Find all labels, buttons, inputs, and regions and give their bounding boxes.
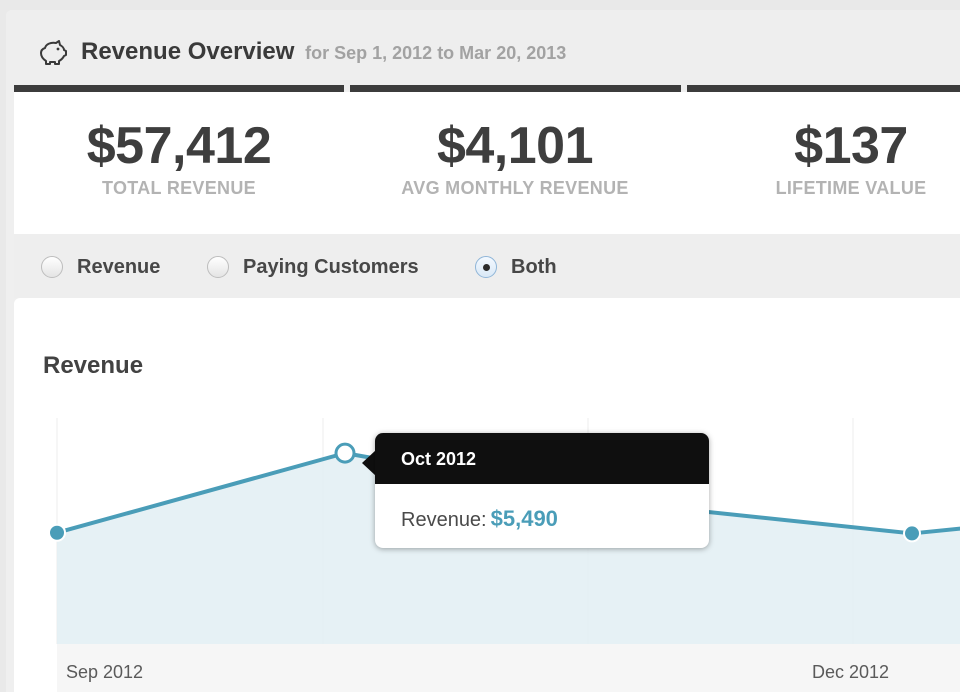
piggy-bank-icon — [40, 40, 67, 65]
panel-header: Revenue Overview for Sep 1, 2012 to Mar … — [6, 10, 960, 90]
stat-value: $57,412 — [86, 117, 272, 175]
tooltip-body: Revenue: $5,490 — [375, 484, 709, 532]
stat-label: AVG MONTHLY REVENUE — [401, 178, 629, 198]
radio-revenue[interactable]: Revenue — [41, 254, 160, 280]
radio-label: Revenue — [77, 255, 161, 278]
revenue-overview-panel: Revenue Overview for Sep 1, 2012 to Mar … — [6, 10, 960, 692]
data-point — [903, 524, 921, 543]
radio-label: Both — [511, 255, 557, 278]
radio-both[interactable]: Both — [475, 254, 557, 280]
stat-label: LIFETIME VALUE — [775, 178, 927, 198]
stats-row: $57,412 TOTAL REVENUE $4,101 AVG MONTHLY… — [14, 92, 960, 234]
stat-value: $4,101 — [436, 117, 594, 175]
stat-value: $137 — [794, 117, 908, 175]
radio-button[interactable] — [41, 256, 63, 278]
x-tick-label: Sep 2012 — [66, 662, 144, 682]
x-tick-label: Dec 2012 — [812, 662, 890, 682]
tooltip-title: Oct 2012 — [375, 433, 709, 484]
data-point — [48, 523, 66, 542]
radio-button[interactable] — [207, 256, 229, 278]
chart-tooltip: Oct 2012 Revenue: $5,490 — [375, 433, 709, 548]
stat-avg-monthly-revenue: $4,101 AVG MONTHLY REVENUE — [350, 92, 680, 199]
series-toggle-group: Revenue Paying Customers Both — [14, 234, 960, 298]
page-title-text: Revenue Overview — [81, 38, 295, 65]
data-point-highlighted — [334, 442, 356, 464]
stat-lifetime-value: $137 LIFETIME VALUE — [686, 92, 960, 199]
stat-bar-ltv — [687, 85, 960, 92]
stat-divider-bars — [6, 85, 960, 92]
radio-button-selected[interactable] — [475, 256, 497, 278]
radio-dot-icon — [482, 263, 490, 271]
radio-paying-customers[interactable]: Paying Customers — [207, 254, 419, 280]
stat-total-revenue: $57,412 TOTAL REVENUE — [14, 92, 344, 199]
stat-bar-avg — [350, 85, 681, 92]
tooltip-label: Revenue: — [401, 509, 487, 531]
stat-bar-total — [14, 85, 344, 92]
stat-label: TOTAL REVENUE — [102, 178, 256, 198]
date-range: for Sep 1, 2012 to Mar 20, 2013 — [305, 43, 567, 63]
tooltip-value: $5,490 — [490, 506, 558, 531]
revenue-chart-card: Revenue Sep 2012 Dec 2012 Oct 2012 Reven… — [14, 298, 960, 692]
tooltip-pointer — [362, 450, 376, 476]
radio-label: Paying Customers — [243, 255, 419, 278]
page-title: Revenue Overview for Sep 1, 2012 to Mar … — [81, 38, 566, 66]
